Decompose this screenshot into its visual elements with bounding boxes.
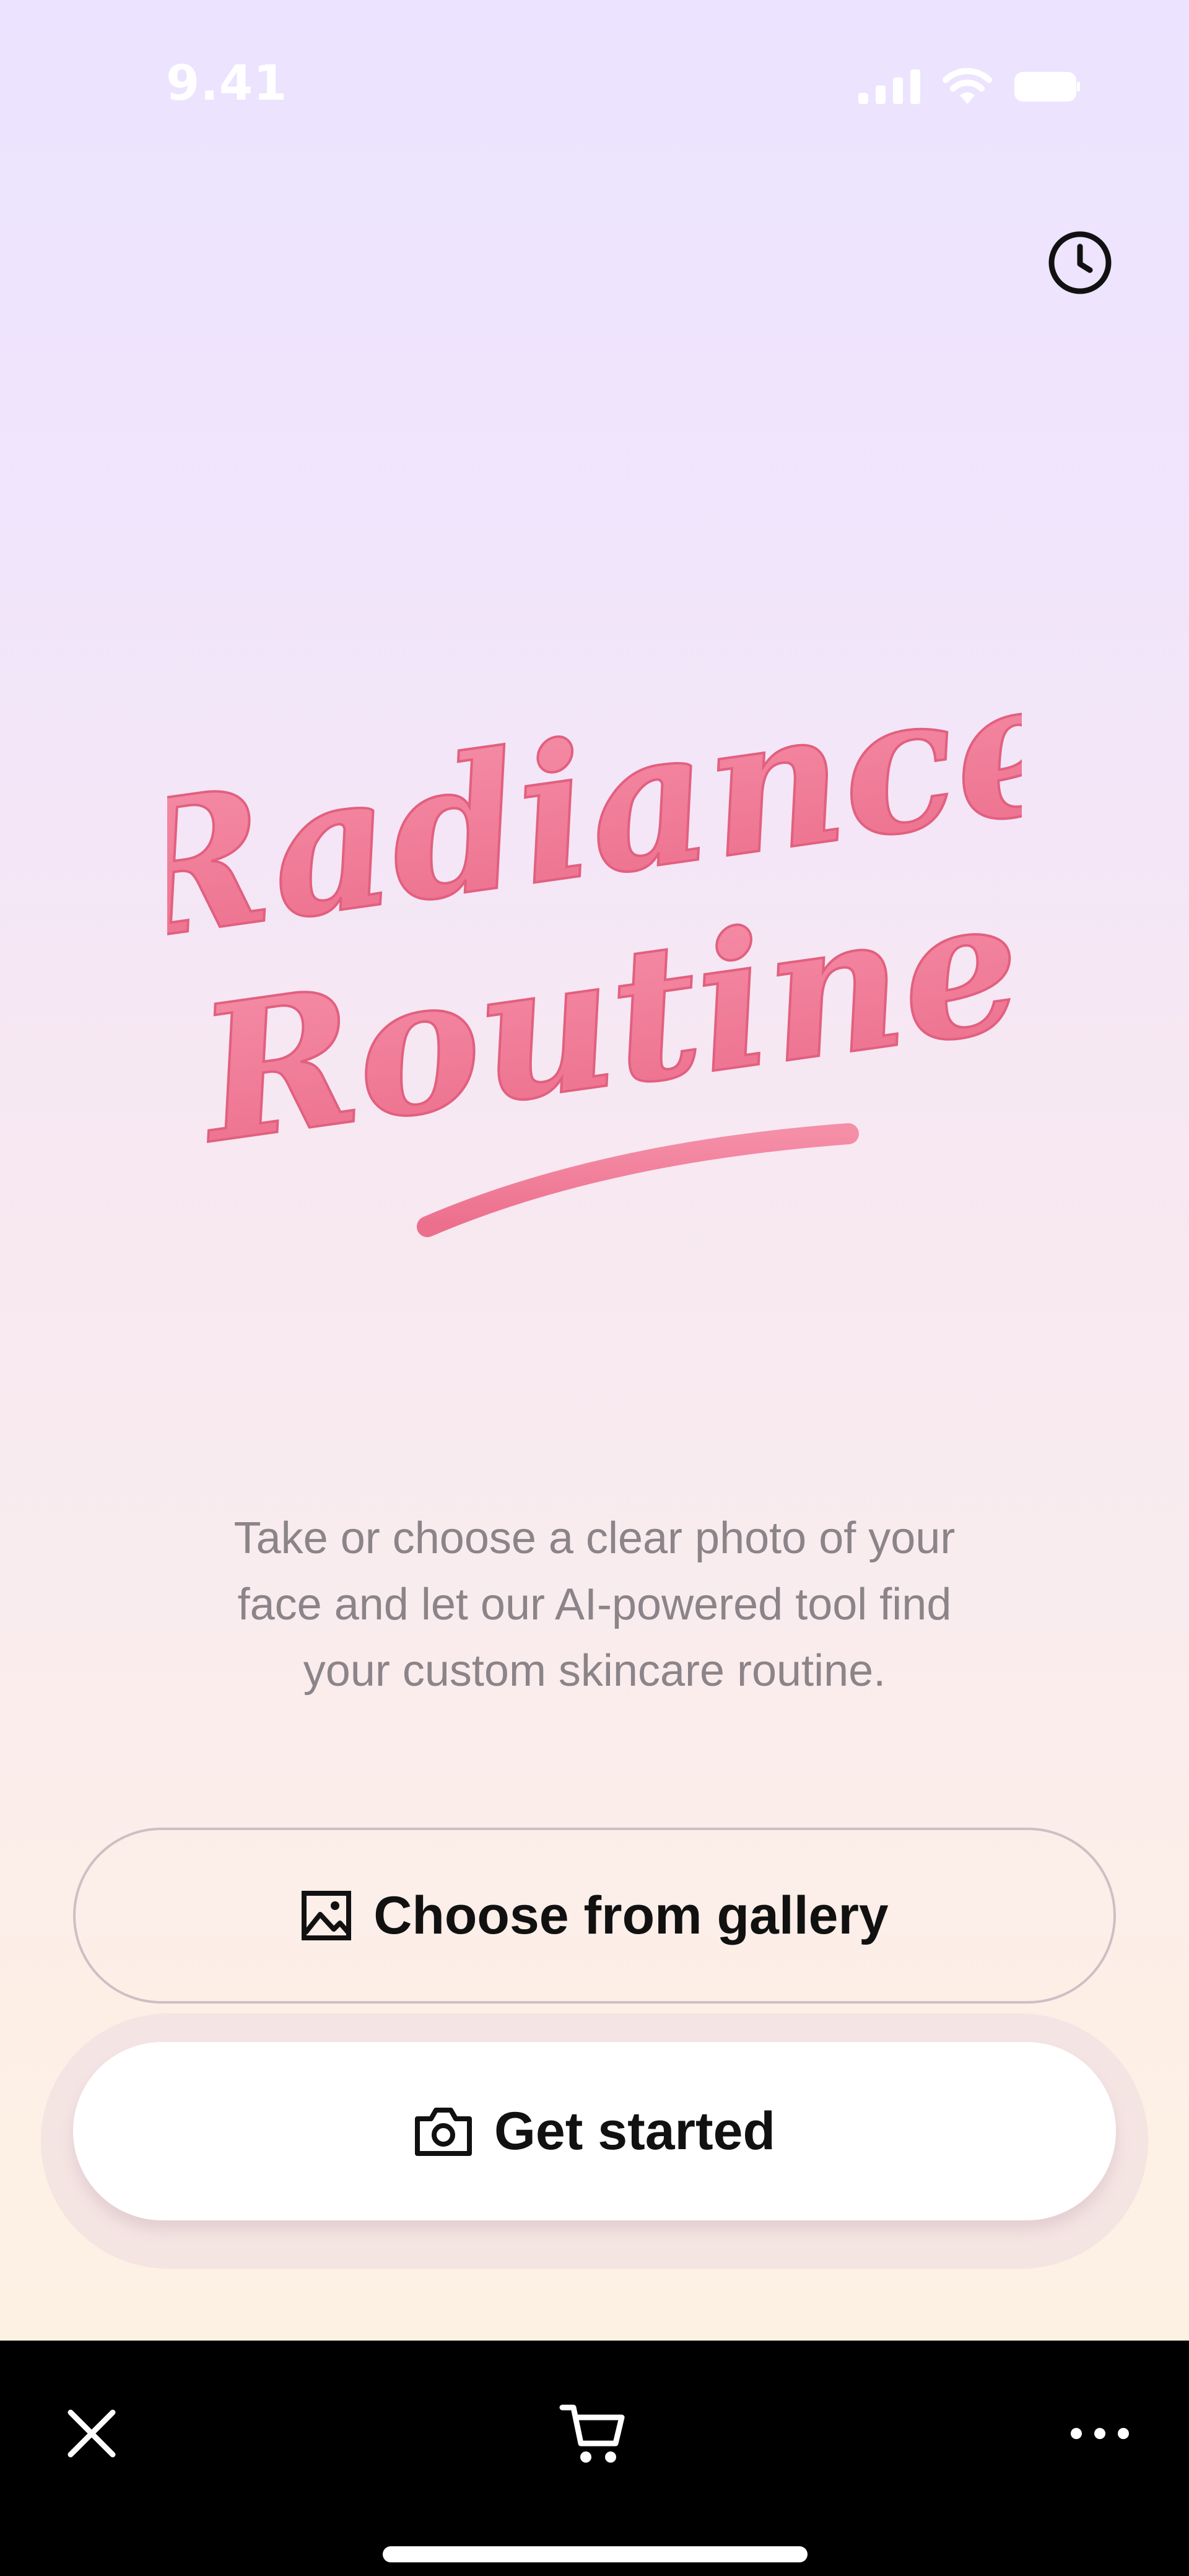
get-started-button[interactable]: Get started	[73, 2042, 1116, 2220]
signal-icon	[858, 69, 920, 104]
description-line-1: Take or choose a clear photo of your	[233, 1514, 956, 1563]
wifi-icon	[943, 68, 992, 104]
cart-icon	[559, 2404, 625, 2463]
get-started-label: Get started	[494, 2101, 776, 2161]
more-icon	[1071, 2428, 1129, 2439]
logo-swoosh	[417, 1123, 859, 1237]
app-logo: Radiance Routine	[167, 638, 1022, 1237]
more-button[interactable]	[1063, 2404, 1137, 2463]
cart-button[interactable]	[557, 2398, 632, 2472]
bottom-toolbar	[0, 2341, 1189, 2576]
camera-icon	[414, 2105, 473, 2157]
close-button[interactable]	[62, 2404, 121, 2463]
image-icon	[300, 1890, 352, 1942]
choose-from-gallery-button[interactable]: Choose from gallery	[73, 1828, 1116, 2004]
battery-icon	[1014, 72, 1080, 102]
status-icons	[858, 68, 1080, 105]
clock-icon	[1048, 231, 1112, 294]
description-line-3: your custom skincare routine.	[303, 1646, 886, 1696]
history-button[interactable]	[1045, 228, 1115, 297]
choose-from-gallery-label: Choose from gallery	[373, 1885, 889, 1945]
description-text: Take or choose a clear photo of your face…	[124, 1505, 1065, 1704]
app-screen: 9.41 Radiance Routine Take or choose a c…	[0, 0, 1189, 2576]
status-time: 9.41	[166, 56, 288, 112]
description-line-2: face and let our AI-powered tool find	[237, 1580, 952, 1629]
home-indicator[interactable]	[383, 2546, 808, 2562]
close-icon	[68, 2409, 116, 2458]
